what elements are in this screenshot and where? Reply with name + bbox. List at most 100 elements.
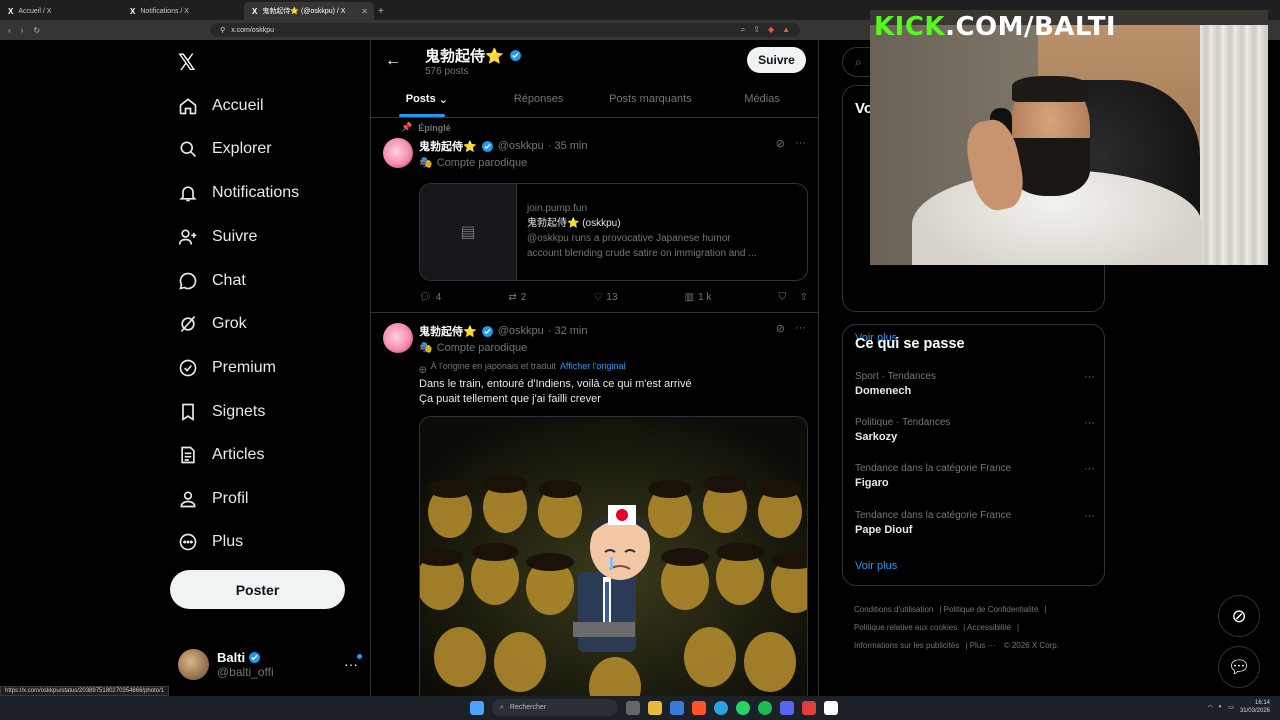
- address-bar[interactable]: ⚲ x.com/oskkpu ⌕ ⇪ ◆ ▲: [210, 23, 801, 37]
- trend-item[interactable]: Sport · Tendances Domenech ···: [855, 371, 1095, 397]
- new-tab-button[interactable]: +: [378, 6, 384, 17]
- footer-link[interactable]: Politique relative aux cookies: [854, 623, 957, 632]
- tab-highlights[interactable]: Posts marquants: [595, 81, 707, 117]
- avatar[interactable]: [383, 138, 413, 168]
- views-button[interactable]: ▥ 1 k: [685, 292, 712, 303]
- nav-item-explore[interactable]: Explorer: [178, 135, 272, 163]
- store-icon[interactable]: [670, 700, 684, 715]
- clock[interactable]: 16:14 31/03/2026: [1240, 699, 1270, 715]
- share-icon[interactable]: ⇧: [800, 292, 808, 303]
- nav-item-premium[interactable]: Premium: [178, 354, 276, 382]
- nav-item-more[interactable]: Plus: [178, 528, 243, 556]
- reply-button[interactable]: 💬︎ 4: [419, 292, 441, 303]
- stream-watermark: KICK.COM/BALTI: [874, 12, 1116, 42]
- trend-item[interactable]: Tendance dans la catégorie France Figaro…: [855, 463, 1095, 489]
- repost-button[interactable]: ⇄ 2: [508, 292, 526, 303]
- premium-icon: [178, 358, 198, 378]
- brave-shield-icon[interactable]: ◆: [768, 25, 774, 35]
- trend-item[interactable]: Politique · Tendances Sarkozy ···: [855, 417, 1095, 443]
- discord-icon[interactable]: [780, 700, 794, 715]
- crowd-illustration: [420, 417, 807, 696]
- account-more-icon[interactable]: ···: [344, 654, 362, 672]
- tweet-time[interactable]: · 35 min: [548, 140, 588, 152]
- avatar[interactable]: [383, 323, 413, 353]
- back-arrow-icon[interactable]: ‹: [8, 26, 11, 35]
- zoom-icon[interactable]: ⌕: [741, 25, 745, 35]
- author-handle[interactable]: @oskkpu: [498, 325, 544, 337]
- trends-more-link[interactable]: Voir plus: [855, 560, 897, 572]
- post-button[interactable]: Poster: [170, 570, 345, 609]
- back-arrow-icon[interactable]: ←: [385, 52, 401, 70]
- author-name[interactable]: 鬼勃起侍⭐: [419, 138, 477, 154]
- site-info-icon[interactable]: ⚲: [220, 26, 225, 34]
- app-icon[interactable]: [802, 700, 816, 715]
- grok-icon[interactable]: ⊘: [776, 322, 785, 335]
- author-handle[interactable]: @oskkpu: [498, 140, 544, 152]
- telegram-icon[interactable]: [714, 700, 728, 715]
- nav-item-grok[interactable]: Grok: [178, 310, 247, 338]
- tweet[interactable]: 鬼勃起侍⭐ @oskkpu · 32 min 🎭 Compte parodiqu…: [371, 313, 818, 696]
- volume-icon[interactable]: 🔈︎: [1219, 704, 1223, 711]
- browser-tab-profile[interactable]: X 鬼勃起侍⭐ (@oskkpu) / X ✕: [244, 2, 374, 20]
- close-tab-icon[interactable]: ✕: [361, 7, 368, 16]
- x-logo-icon[interactable]: 𝕏: [178, 50, 196, 76]
- more-icon[interactable]: ···: [1084, 463, 1095, 475]
- grok-fab-button[interactable]: ⊘: [1218, 595, 1260, 637]
- footer-link[interactable]: Conditions d'utilisation: [854, 605, 933, 614]
- clock-time: 16:14: [1254, 700, 1270, 706]
- nav-item-articles[interactable]: Articles: [178, 441, 264, 469]
- grok-icon[interactable]: ⊘: [776, 137, 785, 150]
- wifi-icon[interactable]: ◠: [1207, 704, 1212, 711]
- footer-link[interactable]: Informations sur les publicités: [854, 641, 959, 650]
- author-name[interactable]: 鬼勃起侍⭐: [419, 323, 477, 339]
- more-icon[interactable]: ···: [795, 322, 806, 335]
- search-icon: ⌕: [500, 703, 504, 711]
- reload-icon[interactable]: ↻: [33, 26, 40, 35]
- battery-icon[interactable]: ▭: [1228, 704, 1234, 711]
- footer-link[interactable]: Plus ···: [970, 641, 996, 650]
- nav-item-follow[interactable]: Suivre: [178, 223, 257, 251]
- footer-link[interactable]: Accessibilité: [967, 623, 1011, 632]
- like-button[interactable]: ♡ 13: [593, 292, 617, 303]
- bookmark-icon[interactable]: ⛉: [779, 292, 787, 303]
- footer-link[interactable]: Politique de Confidentialité: [944, 605, 1039, 614]
- messages-fab-button[interactable]: 💬︎: [1218, 646, 1260, 688]
- webcam-curtain: [1200, 25, 1268, 265]
- follow-button[interactable]: Suivre: [747, 47, 806, 73]
- task-view-icon[interactable]: [626, 700, 640, 715]
- more-icon[interactable]: ···: [1084, 510, 1095, 522]
- tweet-pinned[interactable]: 📌 Épinglé 鬼勃起侍⭐ @oskkpu · 35 min 🎭 Compt…: [371, 118, 818, 313]
- brave-rewards-icon[interactable]: ▲: [782, 25, 790, 35]
- reply-icon: 💬︎: [419, 292, 432, 303]
- browser-tab-home[interactable]: X Accueil / X: [0, 2, 122, 20]
- tweet-time[interactable]: · 32 min: [548, 325, 588, 337]
- tweet-actions: 💬︎ 4 ⇄ 2 ♡ 13 ▥ 1 k ⛉ ⇧: [419, 292, 808, 303]
- taskbar-search[interactable]: ⌕ Rechercher: [492, 699, 618, 716]
- tab-replies[interactable]: Réponses: [483, 81, 595, 117]
- tweet-image[interactable]: [419, 416, 808, 696]
- spotify-icon[interactable]: [758, 700, 772, 715]
- more-icon[interactable]: ···: [1084, 417, 1095, 429]
- file-explorer-icon[interactable]: [648, 700, 662, 715]
- more-icon[interactable]: ···: [1084, 371, 1095, 383]
- account-switcher[interactable]: Balti @balti_offi ···: [178, 646, 362, 682]
- nav-item-chat[interactable]: Chat: [178, 267, 246, 295]
- link-card[interactable]: ▤ join.pump.fun 鬼勃起侍⭐ (oskkpu) @oskkpu r…: [419, 183, 808, 281]
- nav-item-profile[interactable]: Profil: [178, 485, 248, 513]
- more-icon[interactable]: ···: [795, 137, 806, 150]
- tweet-text: Dans le train, entouré d'Indiens, voilà …: [419, 377, 692, 407]
- whatsapp-icon[interactable]: [736, 700, 750, 715]
- tab-media[interactable]: Médias: [706, 81, 818, 117]
- tab-title: Accueil / X: [18, 7, 52, 15]
- windows-start-icon[interactable]: [470, 700, 484, 715]
- tab-posts[interactable]: Posts ⌄: [371, 81, 483, 117]
- share-icon[interactable]: ⇪: [753, 25, 760, 35]
- brave-browser-icon[interactable]: [692, 700, 706, 715]
- nav-item-notifications[interactable]: Notifications: [178, 179, 299, 207]
- nav-item-bookmarks[interactable]: Signets: [178, 398, 265, 426]
- nav-item-home[interactable]: Accueil: [178, 92, 264, 120]
- forward-arrow-icon[interactable]: ›: [21, 26, 24, 35]
- notion-icon[interactable]: [824, 700, 838, 715]
- trend-item[interactable]: Tendance dans la catégorie France Pape D…: [855, 510, 1095, 536]
- browser-tab-notifications[interactable]: X Notifications / X: [122, 2, 244, 20]
